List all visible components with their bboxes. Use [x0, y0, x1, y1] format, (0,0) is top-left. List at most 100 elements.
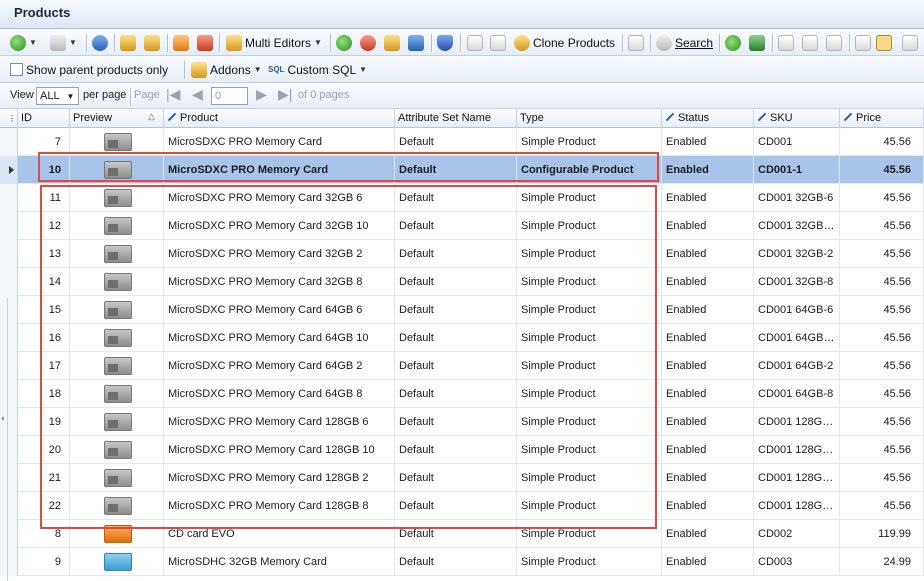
- cell-product[interactable]: MicroSDXC PRO Memory Card 128GB 6: [164, 408, 395, 436]
- panel-button[interactable]: [902, 33, 918, 52]
- column-header-sku[interactable]: SKU: [754, 109, 840, 128]
- page-copy-button[interactable]: [467, 33, 483, 52]
- cell-status[interactable]: Enabled: [662, 184, 754, 212]
- row-selector[interactable]: [0, 156, 18, 184]
- column-header-product[interactable]: Product: [164, 109, 395, 128]
- cell-status[interactable]: Enabled: [662, 268, 754, 296]
- cell-attribute-set[interactable]: Default: [395, 436, 517, 464]
- shield-button[interactable]: [437, 33, 453, 52]
- cell-product[interactable]: MicroSDXC PRO Memory Card 32GB 8: [164, 268, 395, 296]
- cell-price[interactable]: 45.56: [840, 268, 924, 296]
- cell-id[interactable]: 19: [18, 408, 70, 436]
- last-page-icon[interactable]: ▶|: [278, 86, 292, 103]
- cell-price[interactable]: 45.56: [840, 212, 924, 240]
- table-row[interactable]: 18 MicroSDXC PRO Memory Card 64GB 8 Defaul…: [0, 380, 924, 408]
- cell-id[interactable]: 16: [18, 324, 70, 352]
- cell-sku[interactable]: CD001 64GB-10: [754, 324, 840, 352]
- table-row[interactable]: 19 MicroSDXC PRO Memory Card 128GB 6 Defau…: [0, 408, 924, 436]
- grid-view-button[interactable]: [876, 33, 892, 52]
- column-header-attribute-set[interactable]: Attribute Set Name: [395, 109, 517, 128]
- cell-id[interactable]: 7: [18, 128, 70, 156]
- cell-id[interactable]: 9: [18, 548, 70, 576]
- table-row[interactable]: 7 MicroSDXC PRO Memory Card Default Simple …: [0, 128, 924, 156]
- cell-id[interactable]: 8: [18, 520, 70, 548]
- cell-id[interactable]: 18: [18, 380, 70, 408]
- prev-page-icon[interactable]: ◀: [192, 86, 203, 103]
- filter-button[interactable]: [725, 33, 741, 52]
- cell-attribute-set[interactable]: Default: [395, 212, 517, 240]
- cell-product[interactable]: MicroSDXC PRO Memory Card 64GB 6: [164, 296, 395, 324]
- cell-preview[interactable]: [70, 520, 164, 548]
- table-row[interactable]: 8 CD card EVO Default Simple Product Enabled…: [0, 520, 924, 548]
- cell-preview[interactable]: [70, 296, 164, 324]
- row-selector[interactable]: [0, 240, 18, 268]
- cell-type[interactable]: Simple Product: [517, 464, 662, 492]
- cell-product[interactable]: MicroSDXC PRO Memory Card 32GB 10: [164, 212, 395, 240]
- cell-id[interactable]: 22: [18, 492, 70, 520]
- cell-product[interactable]: MicroSDXC PRO Memory Card 128GB 2: [164, 464, 395, 492]
- cell-status[interactable]: Enabled: [662, 324, 754, 352]
- cell-sku[interactable]: CD001-1: [754, 156, 840, 184]
- cell-status[interactable]: Enabled: [662, 380, 754, 408]
- cell-preview[interactable]: [70, 408, 164, 436]
- cell-attribute-set[interactable]: Default: [395, 464, 517, 492]
- paste-button[interactable]: [490, 33, 506, 52]
- cell-preview[interactable]: [70, 492, 164, 520]
- fit-columns-button[interactable]: [855, 33, 871, 52]
- cell-product[interactable]: MicroSDXC PRO Memory Card 64GB 8: [164, 380, 395, 408]
- table-row[interactable]: 16 MicroSDXC PRO Memory Card 64GB 10 Defau…: [0, 324, 924, 352]
- cell-sku[interactable]: CD001: [754, 128, 840, 156]
- cell-id[interactable]: 10: [18, 156, 70, 184]
- cell-id[interactable]: 17: [18, 352, 70, 380]
- cell-preview[interactable]: [70, 352, 164, 380]
- table-row[interactable]: 14 MicroSDXC PRO Memory Card 32GB 8 Defaul…: [0, 268, 924, 296]
- show-parent-checkbox[interactable]: [10, 63, 23, 76]
- cell-type[interactable]: Simple Product: [517, 268, 662, 296]
- column-header-type[interactable]: Type: [517, 109, 662, 128]
- cell-preview[interactable]: [70, 156, 164, 184]
- forward-dropdown-icon[interactable]: ▼: [69, 38, 77, 47]
- cell-type[interactable]: Simple Product: [517, 184, 662, 212]
- left-splitter[interactable]: ‹: [0, 298, 8, 581]
- cell-product[interactable]: MicroSDHC 32GB Memory Card: [164, 548, 395, 576]
- cell-type[interactable]: Simple Product: [517, 240, 662, 268]
- cell-status[interactable]: Enabled: [662, 240, 754, 268]
- cell-id[interactable]: 21: [18, 464, 70, 492]
- cell-status[interactable]: Enabled: [662, 212, 754, 240]
- table-row[interactable]: 10 MicroSDXC PRO Memory Card Default Config…: [0, 156, 924, 184]
- cell-preview[interactable]: [70, 240, 164, 268]
- back-button[interactable]: ▼: [10, 33, 37, 52]
- cell-sku[interactable]: CD001 128GB-8: [754, 492, 840, 520]
- cell-attribute-set[interactable]: Default: [395, 184, 517, 212]
- cell-price[interactable]: 45.56: [840, 464, 924, 492]
- cell-price[interactable]: 45.56: [840, 492, 924, 520]
- tree-button[interactable]: [826, 33, 842, 52]
- cell-type[interactable]: Simple Product: [517, 408, 662, 436]
- cell-price[interactable]: 45.56: [840, 296, 924, 324]
- cell-price[interactable]: 45.56: [840, 324, 924, 352]
- cell-attribute-set[interactable]: Default: [395, 380, 517, 408]
- cell-price[interactable]: 45.56: [840, 352, 924, 380]
- cell-preview[interactable]: [70, 212, 164, 240]
- cell-product[interactable]: CD card EVO: [164, 520, 395, 548]
- cell-product[interactable]: MicroSDXC PRO Memory Card: [164, 128, 395, 156]
- cell-id[interactable]: 13: [18, 240, 70, 268]
- cell-type[interactable]: Simple Product: [517, 380, 662, 408]
- row-selector[interactable]: [0, 212, 18, 240]
- delete-button[interactable]: [197, 33, 213, 52]
- cell-id[interactable]: 20: [18, 436, 70, 464]
- cell-sku[interactable]: CD001 32GB-6: [754, 184, 840, 212]
- table-row[interactable]: 13 MicroSDXC PRO Memory Card 32GB 2 Defaul…: [0, 240, 924, 268]
- cell-product[interactable]: MicroSDXC PRO Memory Card 64GB 2: [164, 352, 395, 380]
- tool-button-4[interactable]: [408, 33, 424, 52]
- cell-preview[interactable]: [70, 380, 164, 408]
- tool-button-3[interactable]: [384, 33, 400, 52]
- cell-sku[interactable]: CD001 64GB-6: [754, 296, 840, 324]
- clone-products-button[interactable]: Clone Products: [514, 33, 615, 52]
- cell-price[interactable]: 119.99: [840, 520, 924, 548]
- tool-button-2[interactable]: [360, 33, 376, 52]
- forward-button[interactable]: ▼: [50, 33, 77, 52]
- cell-sku[interactable]: CD001 64GB-2: [754, 352, 840, 380]
- cell-preview[interactable]: [70, 436, 164, 464]
- cell-id[interactable]: 12: [18, 212, 70, 240]
